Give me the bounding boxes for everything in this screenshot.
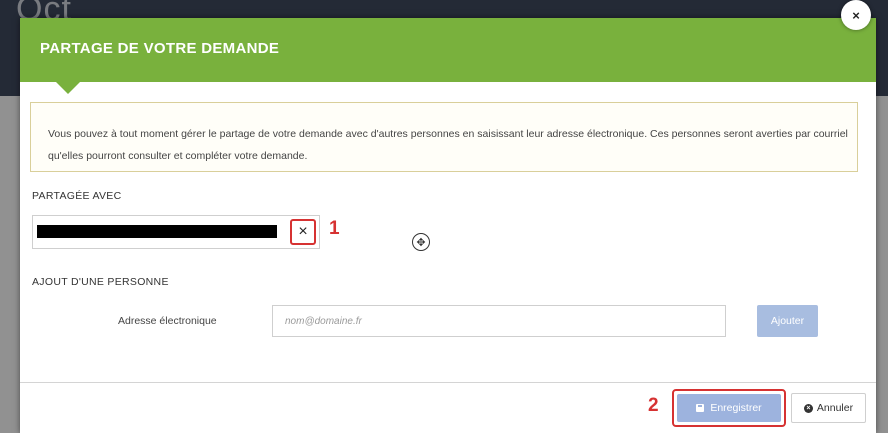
cancel-icon: × xyxy=(803,403,813,413)
close-icon: × xyxy=(852,7,860,23)
cancel-button[interactable]: × Annuler xyxy=(791,393,866,423)
dialog-header: PARTAGE DE VOTRE DEMANDE xyxy=(20,18,876,82)
shared-email-field xyxy=(32,215,320,249)
add-button[interactable]: Ajouter xyxy=(757,305,818,337)
header-arrow xyxy=(56,82,80,94)
shared-with-label: PARTAGÉE AVEC xyxy=(32,190,122,202)
annotation-marker-1: 1 xyxy=(329,218,340,239)
info-box: Vous pouvez à tout moment gérer le parta… xyxy=(30,102,858,172)
email-field-label: Adresse électronique xyxy=(118,315,217,327)
save-button[interactable]: Enregistrer xyxy=(677,394,781,422)
close-icon: × xyxy=(298,223,308,240)
redacted-email xyxy=(37,225,277,238)
info-text: Vous pouvez à tout moment gérer le parta… xyxy=(48,128,848,162)
move-icon: ✥ xyxy=(412,233,430,251)
annotation-marker-2: 2 xyxy=(648,395,659,416)
remove-share-button[interactable]: × xyxy=(290,219,316,245)
dialog-title: PARTAGE DE VOTRE DEMANDE xyxy=(40,40,280,57)
share-dialog: PARTAGE DE VOTRE DEMANDE Vous pouvez à t… xyxy=(20,18,876,433)
footer-divider xyxy=(20,382,876,383)
add-person-label: AJOUT D'UNE PERSONNE xyxy=(32,276,169,288)
save-button-label: Enregistrer xyxy=(710,402,762,414)
email-input[interactable] xyxy=(272,305,726,337)
save-icon xyxy=(696,404,705,412)
cancel-button-label: Annuler xyxy=(816,402,854,414)
dialog-close-button[interactable]: × xyxy=(841,0,871,30)
